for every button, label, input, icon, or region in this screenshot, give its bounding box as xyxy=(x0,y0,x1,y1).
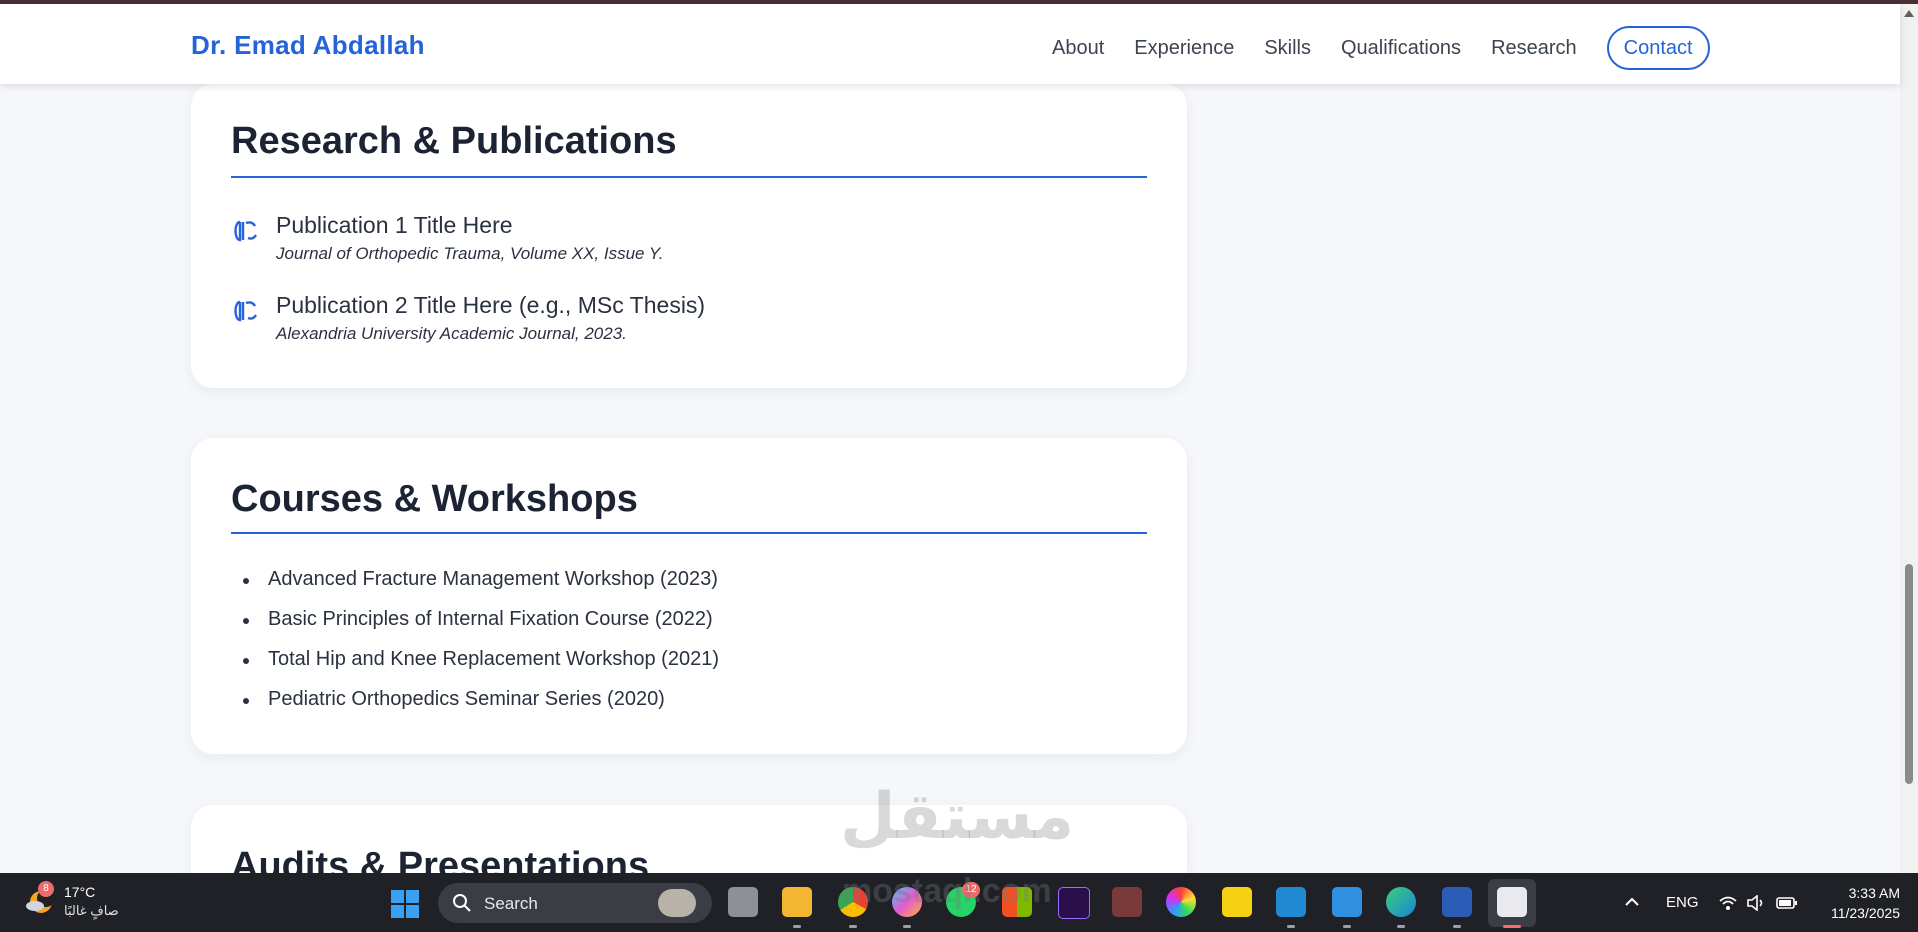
contact-button[interactable]: Contact xyxy=(1606,26,1710,70)
scroll-up-arrow-icon[interactable] xyxy=(1904,10,1914,17)
vscode-icon[interactable] xyxy=(1276,887,1306,917)
watermark-arabic: مستقل xyxy=(840,780,1075,854)
color-picker-icon[interactable] xyxy=(1166,887,1196,917)
navbar: Dr. Emad Abdallah About Experience Skill… xyxy=(0,4,1900,84)
publication-title: Publication 1 Title Here xyxy=(276,212,513,238)
watermark-latin: mostaql.com xyxy=(842,872,1052,910)
brand-name[interactable]: Dr. Emad Abdallah xyxy=(191,30,425,61)
taskbar-search[interactable]: Search xyxy=(438,883,712,923)
nav-link-qualifications[interactable]: Qualifications xyxy=(1341,33,1461,63)
running-indicator xyxy=(1287,925,1295,928)
nav-links: About Experience Skills Qualifications R… xyxy=(1052,26,1710,70)
active-indicator xyxy=(1503,925,1521,928)
file-explorer-icon[interactable] xyxy=(782,887,812,917)
course-text: Pediatric Orthopedics Seminar Series (20… xyxy=(268,688,665,710)
clock-date: 11/23/2025 xyxy=(1830,905,1900,921)
running-indicator xyxy=(1453,925,1461,928)
clock-time: 3:33 AM xyxy=(1848,885,1900,901)
bullet-icon xyxy=(243,698,249,704)
task-view-icon[interactable] xyxy=(728,887,758,917)
language-indicator[interactable]: ENG xyxy=(1666,894,1699,911)
weather-widget[interactable]: 8 17°C صافٍ غالبًا xyxy=(24,881,134,925)
running-indicator xyxy=(1343,925,1351,928)
volume-icon[interactable] xyxy=(1746,895,1766,911)
game-app-icon[interactable] xyxy=(1112,887,1142,917)
scroll-thumb[interactable] xyxy=(1905,564,1913,784)
publication-title: Publication 2 Title Here (e.g., MSc Thes… xyxy=(276,292,706,318)
weather-badge: 8 xyxy=(38,881,54,897)
nav-link-experience[interactable]: Experience xyxy=(1134,33,1234,63)
snipping-tool-icon[interactable] xyxy=(1497,887,1527,917)
system-clock[interactable]: 3:33 AM 11/23/2025 xyxy=(1810,883,1900,923)
publication-journal: Journal of Orthopedic Trauma, Volume XX,… xyxy=(276,244,664,263)
nav-link-research[interactable]: Research xyxy=(1491,33,1577,63)
windows-start-icon[interactable] xyxy=(390,889,420,919)
bullet-icon xyxy=(243,618,249,624)
edge-icon[interactable] xyxy=(1386,887,1416,917)
page-scrollbar[interactable] xyxy=(1900,4,1918,873)
running-indicator xyxy=(1397,925,1405,928)
chevron-up-icon[interactable] xyxy=(1624,897,1640,907)
search-highlight-shell-icon xyxy=(658,889,696,917)
publication-journal: Alexandria University Academic Journal, … xyxy=(276,324,627,343)
word-icon[interactable] xyxy=(1442,887,1472,917)
bullet-icon xyxy=(243,578,249,584)
search-label: Search xyxy=(484,894,538,913)
kaspersky-icon[interactable] xyxy=(1222,887,1252,917)
course-text: Basic Principles of Internal Fixation Co… xyxy=(268,608,713,630)
wifi-icon[interactable] xyxy=(1718,895,1738,911)
audits-heading: Audits & Presentations xyxy=(231,845,650,873)
course-text: Total Hip and Knee Replacement Workshop … xyxy=(268,648,719,670)
courses-card: Courses & Workshops Advanced Fracture Ma… xyxy=(191,438,1187,754)
research-heading-underline xyxy=(231,176,1147,178)
weather-temperature: 17°C xyxy=(64,884,96,900)
weather-description: صافٍ غالبًا xyxy=(64,903,119,918)
courses-heading-underline xyxy=(231,532,1147,534)
running-indicator xyxy=(903,925,911,928)
search-icon xyxy=(453,894,471,912)
running-indicator xyxy=(849,925,857,928)
premiere-pro-icon[interactable] xyxy=(1058,887,1090,919)
courses-heading: Courses & Workshops xyxy=(231,478,638,520)
research-card: Research & Publications Publication 1 Ti… xyxy=(191,84,1187,388)
bullet-icon xyxy=(243,658,249,664)
battery-icon[interactable] xyxy=(1776,896,1798,910)
nav-link-about[interactable]: About xyxy=(1052,33,1104,63)
book-icon xyxy=(234,300,258,322)
course-text: Advanced Fracture Management Workshop (2… xyxy=(268,568,718,590)
book-icon xyxy=(234,220,258,242)
photos-icon[interactable] xyxy=(1332,887,1362,917)
nav-link-skills[interactable]: Skills xyxy=(1264,33,1311,63)
running-indicator xyxy=(793,925,801,928)
research-heading: Research & Publications xyxy=(231,120,677,162)
